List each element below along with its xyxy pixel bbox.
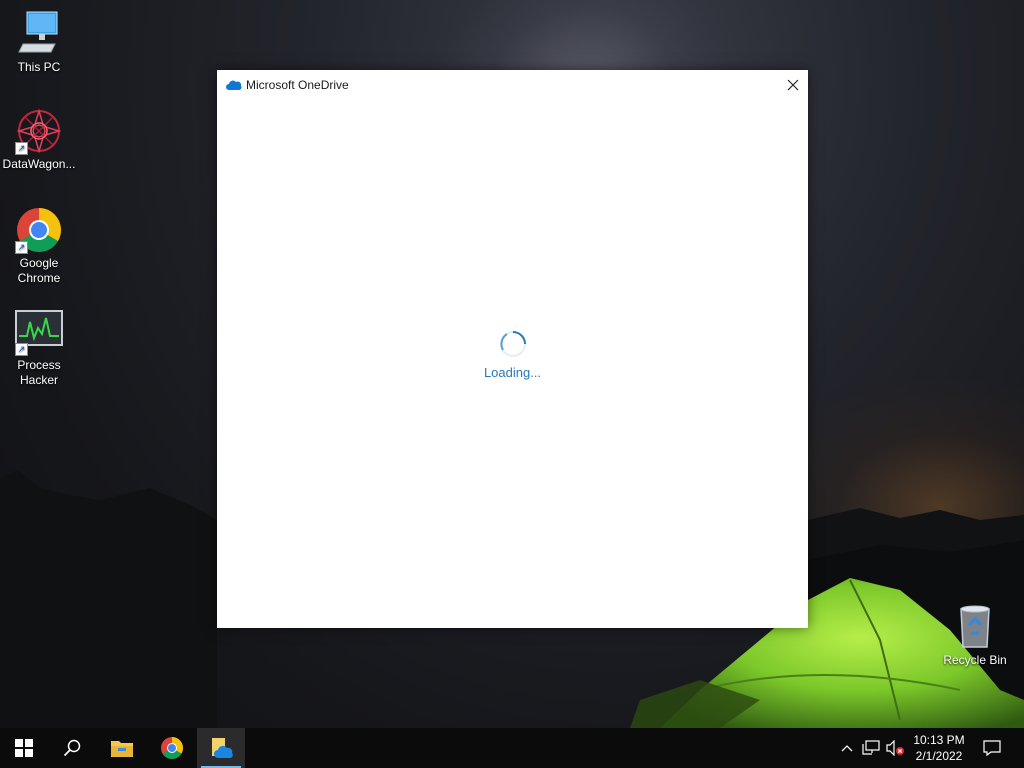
loading-text: Loading... — [483, 365, 542, 380]
file-explorer-button[interactable] — [98, 728, 146, 768]
clock-time: 10:13 PM — [913, 733, 965, 747]
recycle-bin-icon — [951, 603, 999, 651]
window-title: Microsoft OneDrive — [246, 78, 349, 92]
action-center-button[interactable] — [978, 728, 1006, 768]
process-hacker-icon: ↗ — [15, 308, 63, 356]
desktop-icon-process-hacker[interactable]: ↗ Process Hacker — [1, 308, 77, 388]
search-button[interactable] — [48, 728, 96, 768]
chrome-icon: ↗ — [15, 206, 63, 254]
volume-muted-icon — [886, 740, 904, 756]
onedrive-taskbar-button[interactable] — [197, 728, 245, 768]
network-button[interactable] — [860, 728, 882, 768]
chrome-taskbar-button[interactable] — [148, 728, 196, 768]
desktop-icon-label: This PC — [17, 60, 61, 74]
notifications-icon — [983, 740, 1001, 756]
windows-logo-icon — [15, 739, 33, 757]
desktop-icon-recycle-bin[interactable]: Recycle Bin — [937, 603, 1013, 668]
search-icon — [63, 739, 81, 757]
desktop-icon-label: Recycle Bin — [943, 653, 1007, 667]
volume-button[interactable] — [884, 728, 906, 768]
show-hidden-icons-button[interactable] — [838, 728, 856, 768]
start-button[interactable] — [0, 728, 48, 768]
chrome-icon — [161, 737, 183, 759]
network-icon — [862, 740, 880, 755]
close-icon — [787, 79, 799, 91]
onedrive-cloud-icon — [226, 78, 242, 96]
taskbar-clock[interactable]: 10:13 PM 2/1/2022 — [905, 732, 973, 764]
chevron-up-icon — [841, 745, 853, 752]
computer-icon — [15, 10, 63, 58]
desktop-icon-this-pc[interactable]: This PC — [1, 10, 77, 75]
shortcut-arrow-icon: ↗ — [15, 343, 28, 356]
loading-spinner-icon — [499, 330, 527, 358]
taskbar: 10:13 PM 2/1/2022 — [0, 728, 1024, 768]
clock-date: 2/1/2022 — [915, 749, 963, 763]
desktop-icon-label: Google Chrome — [17, 256, 61, 285]
onedrive-setup-icon — [212, 738, 233, 758]
shortcut-arrow-icon: ↗ — [15, 241, 28, 254]
folder-icon — [111, 741, 133, 757]
close-button[interactable] — [778, 70, 808, 100]
onedrive-window: Microsoft OneDrive Loading... — [217, 70, 808, 628]
window-titlebar[interactable]: Microsoft OneDrive — [217, 70, 808, 100]
shortcut-arrow-icon: ↗ — [15, 142, 28, 155]
desktop-icon-datawagon[interactable]: ↗ DataWagon... — [1, 107, 77, 172]
desktop-icon-label: Process Hacker — [17, 358, 61, 387]
desktop-icon-google-chrome[interactable]: ↗ Google Chrome — [1, 206, 77, 286]
datawagon-icon: ↗ — [15, 107, 63, 155]
desktop-icon-label: DataWagon... — [2, 157, 76, 171]
